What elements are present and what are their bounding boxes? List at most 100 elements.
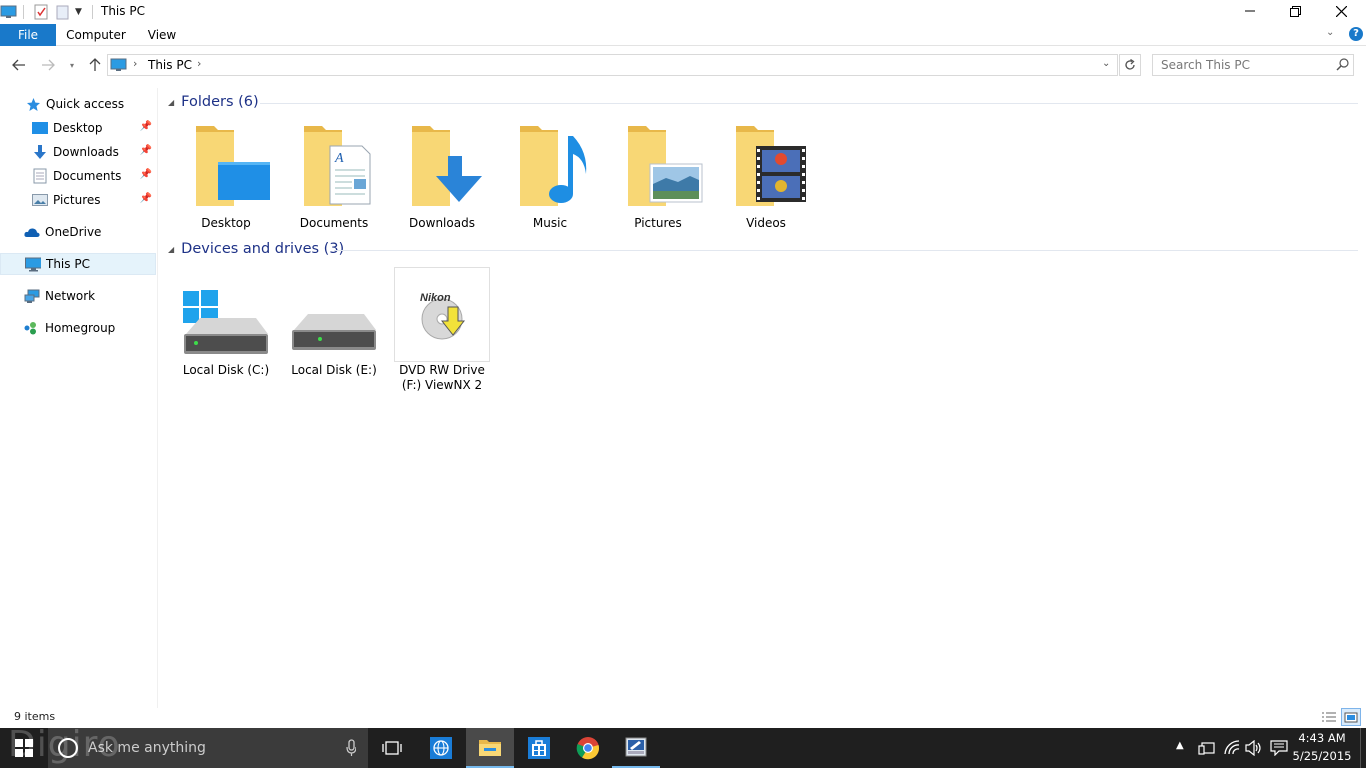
this-pc-icon [25, 256, 41, 272]
ribbon-tabs: File Computer View ⌄ ? [0, 24, 1366, 46]
volume-icon[interactable] [1245, 739, 1263, 759]
breadcrumb-separator-icon[interactable]: › [133, 57, 137, 70]
search-box[interactable]: Search This PC [1152, 54, 1354, 76]
separator [92, 5, 93, 19]
folders-group-title: Folders (6) [181, 94, 259, 110]
taskbar: Ask me anything Digiro ▲ 4:43 AM 5/25/20… [0, 724, 1366, 768]
this-pc-icon[interactable] [0, 3, 18, 21]
search-icon[interactable] [1336, 58, 1349, 74]
sidebar-item-label: Network [45, 289, 96, 303]
clock-time[interactable]: 4:43 AM [1290, 731, 1354, 745]
properties-icon[interactable] [33, 3, 49, 21]
sidebar-item-documents[interactable]: Documents 📌 [0, 165, 156, 187]
device-icon[interactable] [1198, 740, 1216, 759]
breadcrumb-separator-icon[interactable]: › [197, 57, 201, 70]
network-icon [24, 288, 40, 304]
download-arrow-icon [32, 144, 48, 160]
folder-videos[interactable]: Videos [718, 120, 814, 232]
refresh-button[interactable] [1119, 54, 1141, 76]
folder-label: Documents [299, 216, 369, 230]
customize-toolbar-icon[interactable]: ▼ [75, 3, 82, 21]
tab-file[interactable]: File [0, 24, 56, 46]
taskbar-file-explorer[interactable] [466, 728, 514, 768]
folder-pictures[interactable]: Pictures [610, 120, 706, 232]
desktop-folder-icon [196, 126, 270, 206]
drive-label: Local Disk (E:) [291, 363, 377, 377]
help-icon[interactable]: ? [1349, 27, 1363, 41]
microphone-icon[interactable] [346, 739, 357, 760]
tab-view[interactable]: View [140, 24, 184, 46]
sidebar-item-quick-access[interactable]: Quick access [0, 93, 156, 115]
expand-ribbon-icon[interactable]: ⌄ [1326, 27, 1334, 38]
show-hidden-icons-icon[interactable]: ▲ [1176, 740, 1184, 751]
sidebar-item-label: Downloads [53, 145, 119, 159]
pin-icon[interactable]: 📌 [140, 121, 152, 132]
devices-group-header[interactable]: ◢ Devices and drives (3) [168, 241, 344, 257]
folder-downloads[interactable]: Downloads [394, 120, 490, 232]
sidebar-item-label: Documents [53, 169, 122, 183]
taskbar-edge[interactable] [417, 728, 465, 768]
folder-desktop[interactable]: Desktop [178, 120, 274, 232]
folder-documents[interactable]: A Documents [286, 120, 382, 232]
task-view-button[interactable] [368, 728, 416, 768]
recent-locations-icon[interactable]: ▾ [62, 55, 82, 75]
sidebar-item-onedrive[interactable]: OneDrive [0, 221, 156, 243]
taskbar-store[interactable] [515, 728, 563, 768]
this-pc-icon [110, 57, 128, 76]
up-arrow-icon[interactable] [85, 55, 105, 75]
documents-folder-icon: A [304, 126, 371, 206]
sidebar-item-network[interactable]: Network [0, 285, 156, 307]
onedrive-cloud-icon [24, 224, 40, 240]
pictures-folder-icon [628, 126, 703, 206]
group-divider [334, 250, 1358, 251]
folder-music[interactable]: Music [502, 120, 598, 232]
taskbar-viewnx[interactable] [612, 728, 660, 768]
sidebar-item-homegroup[interactable]: Homegroup [0, 317, 156, 339]
action-center-icon[interactable] [1270, 740, 1288, 759]
music-folder-icon [520, 126, 587, 206]
close-button[interactable] [1318, 0, 1364, 22]
tab-computer[interactable]: Computer [60, 24, 132, 46]
breadcrumb-this-pc[interactable]: This PC [148, 58, 192, 72]
restore-button[interactable] [1272, 0, 1318, 22]
large-icons-view-icon[interactable] [1341, 708, 1361, 726]
sidebar-item-desktop[interactable]: Desktop 📌 [0, 117, 156, 139]
devices-group-title: Devices and drives (3) [181, 241, 345, 257]
task-view-icon [382, 741, 402, 755]
clock-date[interactable]: 5/25/2015 [1290, 749, 1354, 763]
sidebar-item-pictures[interactable]: Pictures 📌 [0, 189, 156, 211]
group-divider [260, 103, 1358, 104]
picture-icon [32, 192, 48, 208]
chrome-icon [576, 737, 600, 760]
new-folder-icon[interactable] [55, 3, 71, 21]
wifi-icon[interactable] [1223, 739, 1241, 758]
file-explorer-icon [479, 740, 501, 756]
address-bar[interactable]: › This PC › ⌄ [107, 54, 1118, 76]
back-arrow-icon[interactable] [9, 55, 29, 75]
collapse-triangle-icon[interactable]: ◢ [168, 98, 174, 107]
item-count: 9 items [14, 710, 56, 723]
nikon-dvd-icon: Nikon [420, 292, 466, 340]
minimize-button[interactable] [1227, 0, 1273, 22]
drive-dvd-rw-f[interactable]: Nikon DVD RW Drive (F:) ViewNX 2 [394, 267, 490, 393]
sidebar-item-this-pc[interactable]: This PC [0, 253, 156, 275]
search-input[interactable]: Search This PC [1161, 58, 1250, 72]
collapse-triangle-icon[interactable]: ◢ [168, 245, 174, 254]
pin-icon[interactable]: 📌 [140, 145, 152, 156]
folders-group-header[interactable]: ◢ Folders (6) [168, 94, 259, 110]
details-view-icon[interactable] [1320, 709, 1338, 725]
sidebar-item-downloads[interactable]: Downloads 📌 [0, 141, 156, 163]
sidebar-item-label: Desktop [53, 121, 103, 135]
forward-arrow-icon[interactable] [38, 55, 58, 75]
folder-label: Music [532, 216, 568, 230]
status-bar: 9 items [0, 708, 1366, 728]
drive-local-disk-c[interactable]: Local Disk (C:) [178, 268, 274, 388]
pin-icon[interactable]: 📌 [140, 169, 152, 180]
address-dropdown-icon[interactable]: ⌄ [1102, 58, 1110, 69]
show-desktop-button[interactable] [1360, 728, 1366, 768]
pin-icon[interactable]: 📌 [140, 193, 152, 204]
sidebar-item-label: This PC [46, 257, 90, 271]
taskbar-chrome[interactable] [564, 728, 612, 768]
svg-text:A: A [334, 151, 344, 166]
drive-local-disk-e[interactable]: Local Disk (E:) [286, 268, 382, 388]
